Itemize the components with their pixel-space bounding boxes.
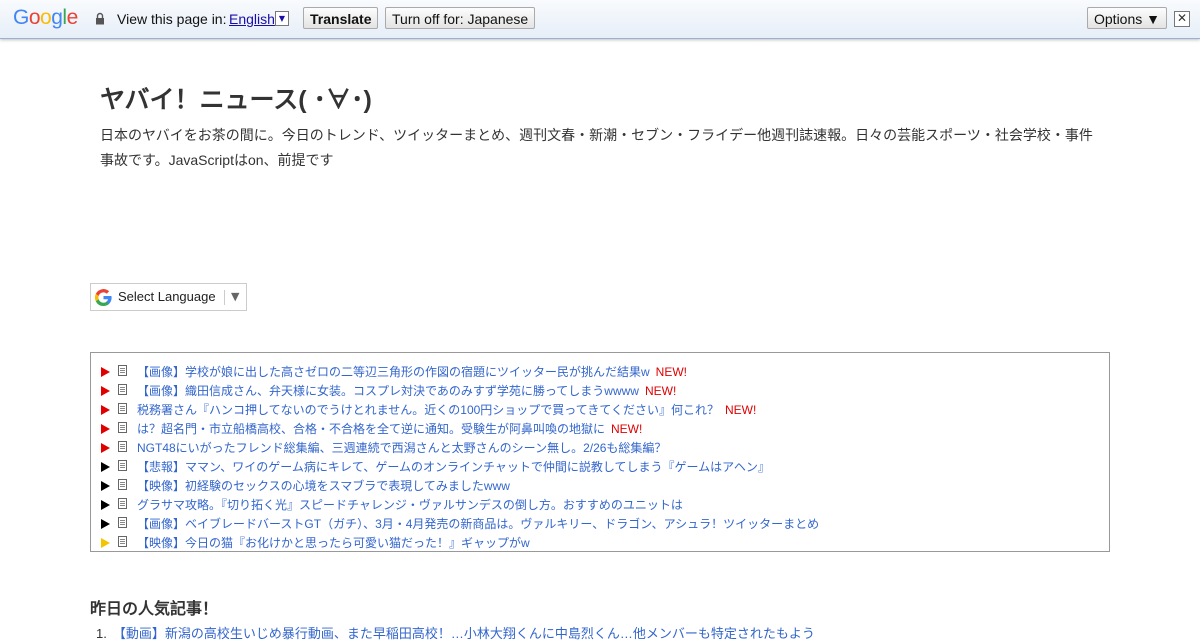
news-link[interactable]: 【悲報】ママン、ワイのゲーム病にキレて、ゲームのオンラインチャットで仲間に説教し…: [137, 458, 770, 475]
target-language-link[interactable]: English: [229, 11, 275, 27]
news-title: 【画像】ベイブレードバーストGT（ガチ）、3月・4月発売の新商品は。ヴァルキリー…: [137, 517, 820, 531]
rank-number: 1.: [96, 626, 107, 641]
document-icon: [118, 384, 127, 395]
news-link[interactable]: 【映像】今日の猫『お化けかと思ったら可愛い猫だった！』ギャップがw: [137, 534, 530, 551]
translate-button[interactable]: Translate: [303, 7, 379, 29]
triangle-marker-icon: [101, 519, 110, 529]
triangle-marker-icon: [101, 405, 110, 415]
triangle-marker-icon: [101, 367, 110, 377]
news-link[interactable]: 【画像】学校が娘に出した高さゼロの二等辺三角形の作図の宿題にツイッター民が挑んだ…: [137, 363, 687, 380]
new-badge: NEW!: [644, 384, 677, 398]
news-item[interactable]: 【画像】織田信成さん、弁天様に女装。コスプレ対決であのみすず学苑に勝ってしまうw…: [101, 380, 1091, 399]
news-title: 【映像】今日の猫『お化けかと思ったら可愛い猫だった！』ギャップがw: [137, 536, 530, 550]
turn-off-button[interactable]: Turn off for: Japanese: [385, 7, 536, 29]
news-item[interactable]: 【悲報】ママン、ワイのゲーム病にキレて、ゲームのオンラインチャットで仲間に説教し…: [101, 456, 1091, 475]
news-link[interactable]: は？超名門・市立船橋高校、合格・不合格を全て逆に通知。受験生が阿鼻叫喚の地獄に N…: [137, 420, 642, 437]
new-badge: NEW!: [655, 365, 688, 379]
popular-article-item[interactable]: 1. 【動画】新潟の高校生いじめ暴行動画、また早稲田高校！…小林大翔くんに中島烈く…: [96, 623, 815, 642]
popular-articles-heading: 昨日の人気記事！: [90, 601, 219, 618]
popular-article-link[interactable]: 【動画】新潟の高校生いじめ暴行動画、また早稲田高校！…小林大翔くんに中島烈くん……: [113, 626, 815, 641]
site-description: 日本のヤバイをお茶の間に。今日のトレンド、ツイッターまとめ、週刊文春・新潮・セブ…: [100, 127, 1093, 168]
news-item[interactable]: NGT48にいがったフレンド総集編、三週連続で西潟さんと太野さんのシーン無し。2…: [101, 437, 1091, 456]
news-item[interactable]: グラサマ攻略。『切り拓く光』スピードチャレンジ・ヴァルサンデスの倒し方。おすすめ…: [101, 494, 1091, 513]
triangle-marker-icon: [101, 462, 110, 472]
view-page-label: View this page in:: [117, 11, 227, 27]
select-language-dropdown[interactable]: Select Language ▼: [90, 283, 247, 311]
triangle-marker-icon: [101, 481, 110, 491]
news-item[interactable]: 【映像】今日の猫『お化けかと思ったら可愛い猫だった！』ギャップがw: [101, 532, 1091, 551]
language-dropdown-icon[interactable]: ▼: [275, 11, 289, 26]
document-icon: [118, 517, 127, 528]
document-icon: [118, 498, 127, 509]
triangle-marker-icon: [101, 386, 110, 396]
news-title: NGT48にいがったフレンド総集編、三週連続で西潟さんと太野さんのシーン無し。2…: [137, 441, 667, 455]
news-link[interactable]: 【映像】初経験のセックスの心境をスマブラで表現してみましたwww: [137, 477, 510, 494]
document-icon: [118, 460, 127, 471]
translate-bar: Google View this page in: English ▼ Tran…: [0, 0, 1200, 39]
divider: [224, 290, 225, 305]
triangle-marker-icon: [101, 500, 110, 510]
news-title: 【画像】織田信成さん、弁天様に女装。コスプレ対決であのみすず学苑に勝ってしまうw…: [137, 384, 639, 398]
new-badge: NEW!: [611, 422, 643, 436]
lock-icon: [96, 12, 104, 25]
close-icon[interactable]: ✕: [1174, 11, 1190, 27]
news-item[interactable]: 【画像】学校が娘に出した高さゼロの二等辺三角形の作図の宿題にツイッター民が挑んだ…: [101, 361, 1091, 380]
news-item[interactable]: 【画像】ベイブレードバーストGT（ガチ）、3月・4月発売の新商品は。ヴァルキリー…: [101, 513, 1091, 532]
document-icon: [118, 536, 127, 547]
news-list: 【画像】学校が娘に出した高さゼロの二等辺三角形の作図の宿題にツイッター民が挑んだ…: [90, 352, 1110, 552]
news-link[interactable]: グラサマ攻略。『切り拓く光』スピードチャレンジ・ヴァルサンデスの倒し方。おすすめ…: [137, 496, 683, 513]
triangle-marker-icon: [101, 538, 110, 548]
news-link[interactable]: 税務署さん『ハンコ押してないのでうけとれません。近くの100円ショップで買ってき…: [137, 401, 756, 418]
triangle-marker-icon: [101, 443, 110, 453]
news-item[interactable]: 税務署さん『ハンコ押してないのでうけとれません。近くの100円ショップで買ってき…: [101, 399, 1091, 418]
triangle-marker-icon: [101, 424, 110, 434]
document-icon: [118, 422, 127, 433]
google-g-icon: [95, 289, 112, 306]
news-link[interactable]: 【画像】織田信成さん、弁天様に女装。コスプレ対決であのみすず学苑に勝ってしまうw…: [137, 382, 676, 399]
document-icon: [118, 365, 127, 376]
news-item[interactable]: 【映像】初経験のセックスの心境をスマブラで表現してみましたwww: [101, 475, 1091, 494]
news-title: 【映像】初経験のセックスの心境をスマブラで表現してみましたwww: [137, 479, 510, 493]
news-link[interactable]: 【画像】ベイブレードバーストGT（ガチ）、3月・4月発売の新商品は。ヴァルキリー…: [137, 515, 819, 532]
document-icon: [118, 403, 127, 414]
options-button[interactable]: Options ▼: [1087, 7, 1167, 29]
news-link[interactable]: NGT48にいがったフレンド総集編、三週連続で西潟さんと太野さんのシーン無し。2…: [137, 439, 666, 456]
document-icon: [118, 479, 127, 490]
chevron-down-icon: ▼: [231, 290, 240, 303]
news-title: 【画像】学校が娘に出した高さゼロの二等辺三角形の作図の宿題にツイッター民が挑んだ…: [137, 365, 650, 379]
news-title: は？超名門・市立船橋高校、合格・不合格を全て逆に通知。受験生が阿鼻叫喚の地獄に: [137, 422, 606, 436]
news-item[interactable]: は？超名門・市立船橋高校、合格・不合格を全て逆に通知。受験生が阿鼻叫喚の地獄に N…: [101, 418, 1091, 437]
site-title[interactable]: ヤバイ！ニュース( ･∀･): [100, 80, 372, 116]
document-icon: [118, 441, 127, 452]
news-title: 税務署さん『ハンコ押してないのでうけとれません。近くの100円ショップで買ってき…: [137, 403, 719, 417]
google-logo: Google: [13, 6, 78, 29]
select-language-label: Select Language: [118, 289, 216, 304]
new-badge: NEW!: [725, 403, 757, 417]
news-title: 【悲報】ママン、ワイのゲーム病にキレて、ゲームのオンラインチャットで仲間に説教し…: [137, 460, 770, 474]
news-title: グラサマ攻略。『切り拓く光』スピードチャレンジ・ヴァルサンデスの倒し方。おすすめ…: [137, 498, 683, 512]
